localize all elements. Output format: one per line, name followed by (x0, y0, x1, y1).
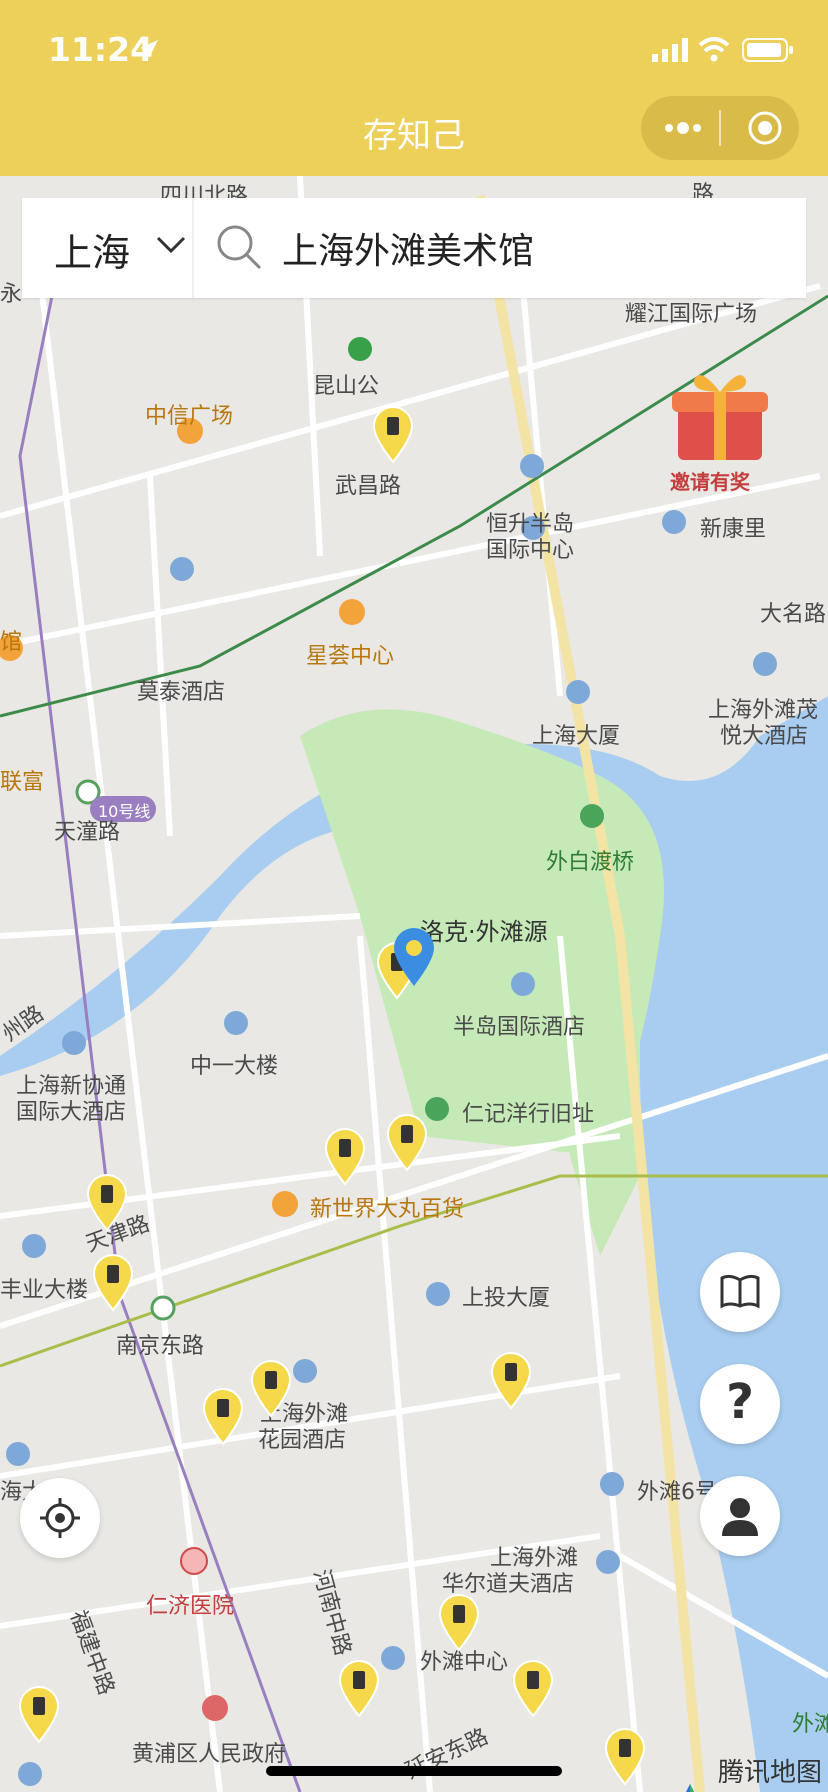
storage-pin[interactable] (250, 1360, 292, 1418)
battery-icon (742, 38, 793, 62)
search-icon (217, 225, 262, 270)
map-label-xinghui: 星荟中心 (306, 644, 395, 669)
book-icon (720, 1274, 760, 1309)
map-label-renji-yanghang: 仁记洋行旧址 (462, 1102, 595, 1127)
map-label-maoyue-2: 悦大酒店 (720, 724, 809, 749)
search-divider (192, 198, 194, 298)
storage-pin[interactable] (86, 1174, 128, 1232)
header-bar: 11:24 存知己 (0, 0, 828, 176)
map-label-waitan: 外滩 (792, 1712, 828, 1737)
storage-pin[interactable] (202, 1388, 244, 1446)
map-label-motai: 莫泰酒店 (137, 680, 226, 705)
locate-icon (40, 1498, 80, 1538)
profile-button[interactable] (700, 1476, 780, 1556)
home-indicator (266, 1766, 562, 1776)
locate-button[interactable] (20, 1478, 100, 1558)
map-label-xinkangli: 新康里 (700, 517, 767, 542)
map-label-shanghai-dasha: 上海大厦 (532, 724, 621, 749)
close-miniprogram-icon[interactable] (747, 110, 783, 146)
search-bar: 上海 上海外滩美术馆 (22, 198, 806, 298)
question-icon: ? (726, 1374, 754, 1430)
map-label-shangtou: 上投大厦 (462, 1286, 551, 1311)
map-label-huangpu-gov: 黄浦区人民政府 (132, 1742, 287, 1767)
map-label-nanjing-east: 南京东路 (116, 1334, 205, 1359)
map-label-garden-2: 花园酒店 (258, 1428, 347, 1453)
storage-pin[interactable] (490, 1352, 532, 1410)
map-label-xinxietong-2: 国际大酒店 (16, 1100, 127, 1125)
map-label-lianfu: 联富 (0, 770, 45, 795)
storage-pin[interactable] (324, 1128, 366, 1186)
map-brand-label: 腾讯地图 (718, 1758, 823, 1788)
more-icon[interactable] (663, 120, 703, 136)
storage-pin[interactable] (92, 1254, 134, 1312)
map-label-zhongxin: 中信广场 (145, 404, 234, 429)
map-label-yaojiang: 耀江国际广场 (625, 302, 758, 327)
storage-pin[interactable] (438, 1594, 480, 1652)
storage-pin[interactable] (338, 1660, 380, 1718)
map-label-fengye: 丰业大楼 (0, 1278, 89, 1303)
city-label: 上海 (54, 231, 131, 275)
location-arrow-icon (140, 40, 158, 58)
map-label-daming: 大名路 (760, 602, 827, 627)
city-selector[interactable]: 上海 (54, 222, 186, 277)
map-label-waibaidu: 外白渡桥 (546, 850, 635, 875)
miniprogram-capsule (641, 96, 799, 160)
target-location-pin (394, 928, 434, 986)
search-input[interactable]: 上海外滩美术馆 (282, 222, 534, 274)
chevron-down-icon (156, 236, 186, 254)
tencent-map-logo-icon (686, 1784, 694, 1792)
storage-pin[interactable] (386, 1114, 428, 1172)
promo-label: 邀请有奖 (670, 470, 750, 494)
user-icon (722, 1498, 758, 1536)
capsule-divider (719, 110, 721, 146)
map-label-guan: 馆 (0, 630, 23, 655)
gift-icon (672, 375, 768, 460)
metro-badge-10: 10号线 (98, 802, 151, 821)
wifi-icon (698, 37, 730, 62)
map-label-kunshan: 昆山公 (313, 374, 380, 399)
signal-icon (652, 38, 688, 62)
map-label-zhongyi: 中一大楼 (190, 1054, 279, 1079)
promo-gift[interactable]: 邀请有奖 (660, 366, 780, 496)
map-label-wuchang: 武昌路 (335, 474, 402, 499)
map-label-yong: 永 (0, 282, 23, 307)
storage-pin[interactable] (604, 1728, 646, 1786)
map-label-peninsula: 半岛国际酒店 (453, 1015, 586, 1040)
map-label-renji: 仁济医院 (146, 1594, 235, 1619)
storage-pin[interactable] (372, 406, 414, 464)
map-label-xinshijie: 新世界大丸百货 (310, 1197, 465, 1222)
storage-pin[interactable] (512, 1660, 554, 1718)
guide-button[interactable] (700, 1252, 780, 1332)
storage-pin[interactable] (18, 1686, 60, 1744)
map-label-guoji: 国际中心 (486, 538, 575, 563)
map-label-luoke: 洛克·外滩源 (420, 918, 548, 946)
map-view[interactable]: 耀江国际广场 中信广场 昆山公 武昌路 恒升半岛 国际中心 新康里 大名路 星荟… (0, 176, 828, 1792)
help-button[interactable]: ? (700, 1364, 780, 1444)
